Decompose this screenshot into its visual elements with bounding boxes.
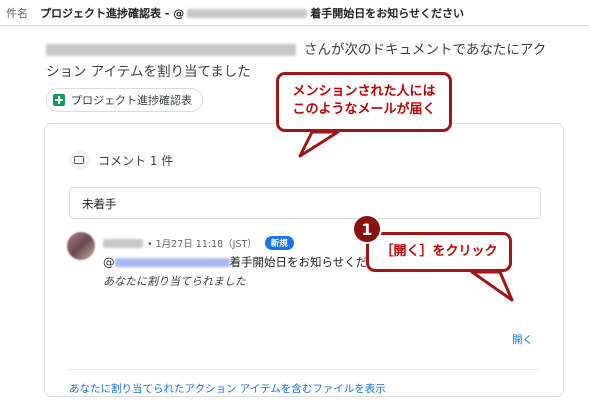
callout1-line2: このようなメールが届く [292, 102, 436, 117]
annotation-callout-mention: メンションされた人には このようなメールが届く [276, 72, 452, 132]
callout1-pointer [298, 130, 340, 158]
callout2-pointer [470, 270, 514, 302]
callout1-line1: メンションされた人には [292, 84, 436, 99]
callout-pointers [298, 130, 514, 302]
annotation-callout-open: ［開く］をクリック [366, 232, 512, 272]
step-number-badge: 1 [352, 214, 382, 244]
